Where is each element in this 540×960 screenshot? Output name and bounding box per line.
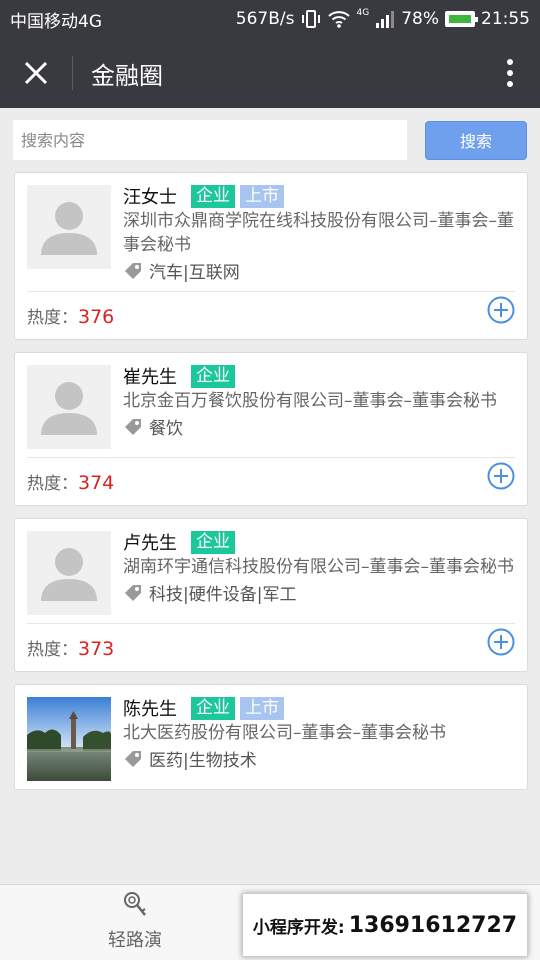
list-item[interactable]: 陈先生 企业 上市 北大医药股份有限公司–董事会–董事会秘书 医药|生物技术 — [14, 684, 528, 790]
nav-divider — [72, 56, 73, 90]
heat-label: 热度： — [27, 474, 78, 494]
page-title: 金融圈 — [91, 61, 163, 90]
enterprise-tag: 企业 — [191, 530, 235, 554]
heat-info: 热度：374 — [27, 469, 114, 494]
company-title: 湖南环宇通信科技股份有限公司–董事会–董事会秘书 — [123, 557, 514, 577]
more-vertical-icon — [507, 59, 513, 87]
heat-info: 热度：376 — [27, 303, 114, 328]
avatar — [27, 365, 111, 449]
status-bar: 中国移动4G 567B/s 4G 78% 21:55 — [0, 0, 540, 38]
landscape-photo — [27, 697, 111, 781]
promo-label: 小程序开发: — [252, 917, 345, 938]
industry-text: 汽车|互联网 — [149, 263, 240, 283]
list-item[interactable]: 汪女士 企业 上市 深圳市众鼎商学院在线科技股份有限公司–董事会–董事会秘书 汽… — [14, 172, 528, 340]
heat-value: 373 — [78, 638, 115, 660]
search-key-icon — [124, 892, 146, 916]
tag-icon — [125, 584, 141, 601]
person-name: 卢先生 — [123, 533, 177, 554]
add-contact-button[interactable] — [487, 628, 515, 656]
network-speed: 567B/s — [235, 9, 295, 29]
default-avatar-icon — [41, 202, 97, 255]
avatar-photo — [27, 697, 111, 781]
search-input[interactable] — [13, 120, 407, 160]
more-menu-button[interactable] — [480, 38, 540, 108]
company-title: 深圳市众鼎商学院在线科技股份有限公司–董事会–董事会秘书 — [123, 211, 514, 255]
company-title: 北京金百万餐饮股份有限公司–董事会–董事会秘书 — [123, 391, 497, 411]
heat-label: 热度： — [27, 308, 78, 328]
default-avatar-icon — [41, 382, 97, 435]
person-name: 陈先生 — [123, 699, 177, 720]
default-avatar-icon — [41, 548, 97, 601]
clock: 21:55 — [481, 9, 530, 29]
status-icons: 567B/s 4G 78% 21:55 — [235, 8, 530, 29]
industry-text: 医药|生物技术 — [149, 751, 257, 771]
person-name: 崔先生 — [123, 367, 177, 388]
nav-bar: 金融圈 — [0, 38, 540, 108]
listed-tag: 上市 — [240, 696, 284, 720]
industry-text: 科技|硬件设备|军工 — [149, 585, 297, 605]
heat-value: 374 — [78, 472, 115, 494]
bottom-bar: 轻路演 小程序开发: 13691612727 — [0, 884, 540, 960]
tab-label: 轻路演 — [108, 930, 162, 951]
search-button[interactable]: 搜索 — [425, 120, 527, 160]
heat-label: 热度： — [27, 640, 78, 660]
heat-info: 热度：373 — [27, 635, 114, 660]
signal-icon — [376, 11, 395, 28]
tag-icon — [125, 262, 141, 279]
promo-phone: 13691612727 — [348, 912, 518, 938]
avatar — [27, 185, 111, 269]
avatar — [27, 531, 111, 615]
company-title: 北大医药股份有限公司–董事会–董事会秘书 — [123, 723, 446, 743]
list-item[interactable]: 卢先生 企业 湖南环宇通信科技股份有限公司–董事会–董事会秘书 科技|硬件设备|… — [14, 518, 528, 672]
tab-roadshow[interactable]: 轻路演 — [90, 891, 180, 952]
vibrate-icon — [301, 10, 320, 28]
close-button[interactable] — [0, 38, 72, 108]
person-name: 汪女士 — [123, 187, 177, 208]
add-contact-button[interactable] — [487, 296, 515, 324]
tag-icon — [125, 418, 141, 435]
contact-list: 汪女士 企业 上市 深圳市众鼎商学院在线科技股份有限公司–董事会–董事会秘书 汽… — [14, 172, 528, 882]
promo-banner: 小程序开发: 13691612727 — [242, 893, 528, 957]
search-bar: 搜索 — [0, 108, 540, 172]
industry-text: 餐饮 — [149, 419, 183, 439]
battery-icon — [445, 11, 478, 27]
carrier-text: 中国移动4G — [10, 11, 102, 32]
list-item[interactable]: 崔先生 企业 北京金百万餐饮股份有限公司–董事会–董事会秘书 餐饮 热度：374 — [14, 352, 528, 506]
enterprise-tag: 企业 — [191, 364, 235, 388]
battery-percent: 78% — [401, 9, 439, 29]
enterprise-tag: 企业 — [191, 184, 235, 208]
tag-icon — [125, 750, 141, 767]
wifi-icon — [327, 11, 350, 28]
add-contact-button[interactable] — [487, 462, 515, 490]
network-type-badge: 4G — [356, 8, 370, 18]
listed-tag: 上市 — [240, 184, 284, 208]
close-icon — [24, 61, 48, 85]
enterprise-tag: 企业 — [191, 696, 235, 720]
heat-value: 376 — [78, 306, 115, 328]
